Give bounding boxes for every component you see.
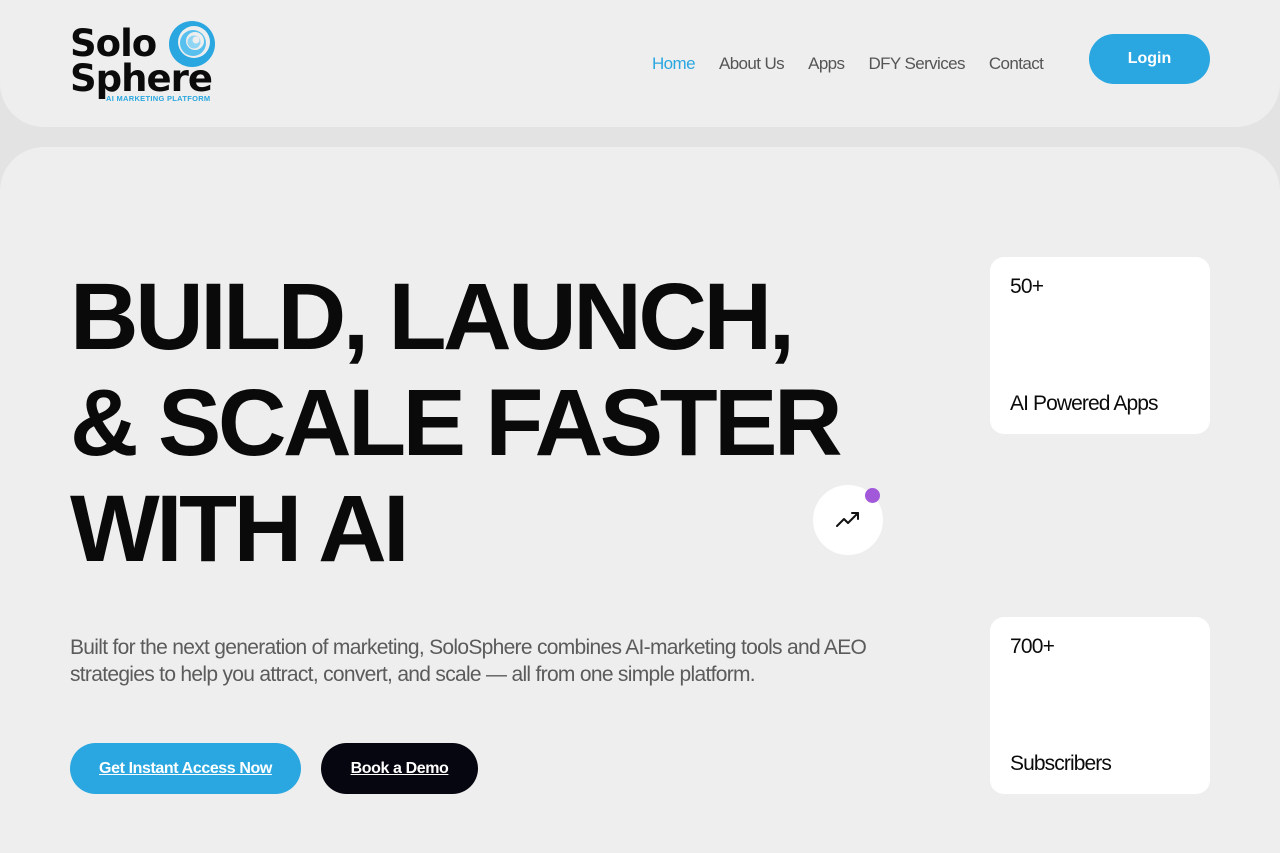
stat-card-apps: 50+ AI Powered Apps: [990, 257, 1210, 434]
login-button[interactable]: Login: [1089, 34, 1210, 84]
stat-label: AI Powered Apps: [1010, 392, 1159, 415]
nav-dfy-services-link[interactable]: DFY Services: [868, 54, 965, 74]
headline-line-2: & SCALE FASTER: [70, 370, 843, 476]
nav-apps-link[interactable]: Apps: [808, 54, 845, 74]
notification-dot: [865, 488, 880, 503]
site-header: Solo Sphere AI MARKETING PLATFORM Home A…: [0, 0, 1280, 127]
brand-logo[interactable]: Solo Sphere AI MARKETING PLATFORM: [70, 19, 230, 103]
stat-card-subscribers: 700+ Subscribers: [990, 617, 1210, 794]
stat-label: Subscribers: [1010, 752, 1112, 775]
stat-value: 50+: [1010, 275, 1044, 298]
get-instant-access-button[interactable]: Get Instant Access Now: [70, 743, 301, 794]
book-demo-button[interactable]: Book a Demo: [321, 743, 478, 794]
nav-contact-link[interactable]: Contact: [989, 54, 1044, 74]
sphere-logo-icon: [169, 21, 215, 67]
stat-value: 700+: [1010, 635, 1055, 658]
logo-tagline: AI MARKETING PLATFORM: [106, 94, 211, 103]
main-nav: Home About Us Apps DFY Services Contact: [652, 54, 1044, 74]
trending-up-icon: [836, 512, 859, 527]
hero-description: Built for the next generation of marketi…: [70, 636, 867, 686]
headline-line-1: BUILD, LAUNCH,: [70, 264, 795, 370]
nav-about-link[interactable]: About Us: [719, 54, 785, 74]
nav-home-link[interactable]: Home: [652, 54, 696, 74]
